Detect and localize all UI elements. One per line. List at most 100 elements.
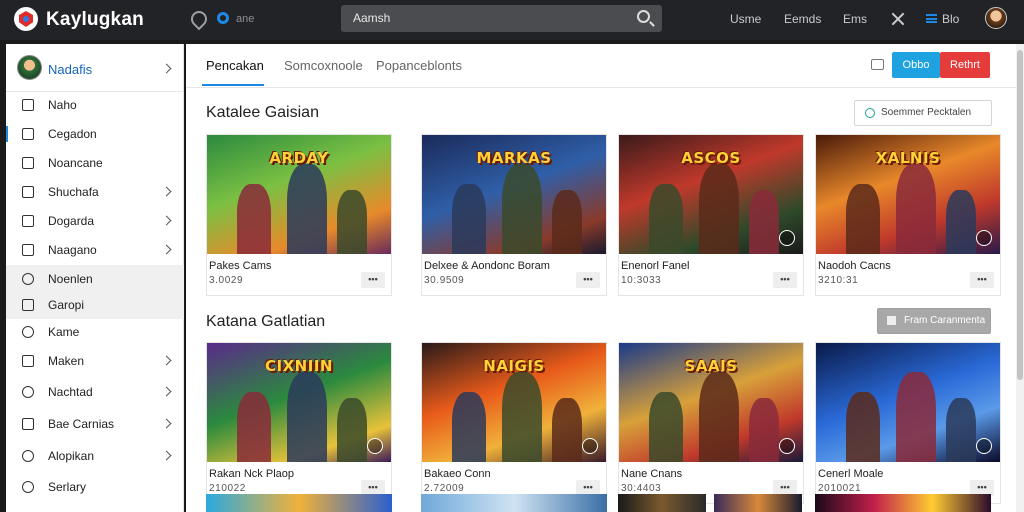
game-thumbnail[interactable]: [206, 494, 392, 512]
sidebar-item-label: Nachtad: [48, 385, 93, 399]
sidebar-item[interactable]: Garopi: [6, 291, 184, 319]
more-options-button[interactable]: •••: [970, 272, 994, 288]
sidebar-item-label: Maken: [48, 354, 85, 368]
game-thumbnail[interactable]: ASCOS: [619, 135, 803, 254]
sidebar-item[interactable]: Naho: [6, 91, 184, 119]
play-icon[interactable]: [779, 438, 795, 454]
primary-button[interactable]: Obbo: [892, 52, 940, 78]
game-thumbnail[interactable]: [816, 343, 1000, 462]
sidebar-item-icon: [22, 386, 34, 398]
game-thumbnail[interactable]: [815, 494, 991, 512]
sidebar-item-icon: [22, 128, 34, 140]
game-card[interactable]: XALNIS Naodoh Cacns 3210:31 •••: [815, 134, 1001, 296]
chevron-right-icon: [161, 63, 172, 74]
play-icon[interactable]: [367, 438, 383, 454]
more-options-button[interactable]: •••: [773, 272, 797, 288]
sidebar-item-icon: [22, 244, 34, 256]
game-thumbnail[interactable]: [714, 494, 802, 512]
close-icon[interactable]: [890, 11, 906, 27]
active-indicator: [6, 126, 8, 142]
search-icon[interactable]: [637, 10, 650, 23]
sidebar-item[interactable]: Serlary: [6, 473, 184, 501]
game-name[interactable]: Pakes Cams: [209, 260, 271, 272]
tab-2[interactable]: Somcoxnoole: [284, 58, 363, 73]
game-name[interactable]: Bakaeo Conn: [424, 468, 491, 480]
sidebar: Nadafis Naho Cegadon Noancane Shuchafa Dogar…: [6, 44, 184, 512]
character-illustration: [502, 164, 542, 254]
more-options-button[interactable]: •••: [576, 272, 600, 288]
location-icon[interactable]: [187, 7, 211, 31]
game-card[interactable]: SAAIS Nane Cnans 30:4403 •••: [618, 342, 804, 504]
game-card[interactable]: Cenerl Moale 2010021 •••: [815, 342, 1001, 504]
status-dot-icon[interactable]: [217, 12, 229, 24]
nav-link-1[interactable]: Usme: [730, 12, 761, 26]
play-icon[interactable]: [976, 230, 992, 246]
sidebar-item[interactable]: Alopikan: [6, 442, 184, 470]
game-thumbnail[interactable]: NAIGIS: [422, 343, 606, 462]
game-card[interactable]: MARKAS Delxee & Aondonc Boram 30.9509 •••: [421, 134, 607, 296]
app-logo-icon[interactable]: [14, 7, 38, 31]
play-icon[interactable]: [976, 438, 992, 454]
game-thumbnail[interactable]: CIXNIIN: [207, 343, 391, 462]
game-thumbnail[interactable]: [421, 494, 607, 512]
sidebar-item-icon: [22, 326, 34, 338]
chevron-right-icon: [161, 418, 172, 429]
section-title-2: Katana Gatlatian: [206, 313, 326, 330]
game-thumbnail[interactable]: [618, 494, 706, 512]
game-name[interactable]: Enenorl Fanel: [621, 260, 690, 272]
game-name[interactable]: Delxee & Aondonc Boram: [424, 260, 550, 272]
sidebar-item[interactable]: Maken: [6, 347, 184, 375]
danger-button[interactable]: Rethrt: [940, 52, 990, 78]
sidebar-item[interactable]: Dogarda: [6, 207, 184, 235]
character-illustration: [287, 164, 327, 254]
game-card[interactable]: NAIGIS Bakaeo Conn 2.72009 •••: [421, 342, 607, 504]
sidebar-item-label: Kame: [48, 325, 80, 339]
game-thumbnail[interactable]: XALNIS: [816, 135, 1000, 254]
menu-icon[interactable]: [926, 14, 937, 23]
character-illustration: [287, 372, 327, 462]
game-meta: 3.0029: [209, 275, 244, 286]
sidebar-item[interactable]: Nachtad: [6, 378, 184, 406]
character-illustration: [502, 372, 542, 462]
section-1-action-button[interactable]: Soemmer Pecktalen: [854, 100, 992, 126]
folder-icon[interactable]: [871, 59, 884, 70]
character-illustration: [337, 398, 367, 462]
sidebar-item[interactable]: Naagano: [6, 236, 184, 264]
game-thumbnail[interactable]: SAAIS: [619, 343, 803, 462]
game-thumbnail[interactable]: ARDAY: [207, 135, 391, 254]
game-thumbnail[interactable]: MARKAS: [422, 135, 606, 254]
sidebar-item[interactable]: Noancane: [6, 149, 184, 177]
section-2-action-button[interactable]: Fram Caranmenta: [877, 308, 991, 334]
game-card[interactable]: ARDAY Pakes Cams 3.0029 •••: [206, 134, 392, 296]
game-card[interactable]: CIXNIIN Rakan Nck Plaop 210022 •••: [206, 342, 392, 504]
sidebar-item[interactable]: Kame: [6, 318, 184, 346]
user-avatar[interactable]: [985, 7, 1007, 29]
scrollbar-thumb[interactable]: [1017, 50, 1023, 380]
sidebar-profile[interactable]: Nadafis: [6, 44, 184, 92]
scrollbar[interactable]: [1016, 44, 1024, 512]
tab-1[interactable]: Pencakan: [206, 58, 264, 73]
game-card[interactable]: ASCOS Enenorl Fanel 10:3033 •••: [618, 134, 804, 296]
sidebar-item[interactable]: Shuchafa: [6, 178, 184, 206]
tab-3[interactable]: Popanceblonts: [376, 58, 462, 73]
play-icon[interactable]: [582, 438, 598, 454]
menu-label[interactable]: Blo: [942, 12, 959, 26]
sidebar-item[interactable]: Noenlen: [6, 265, 184, 293]
game-name[interactable]: Naodoh Cacns: [818, 260, 891, 272]
game-name[interactable]: Cenerl Moale: [818, 468, 883, 480]
play-icon[interactable]: [779, 230, 795, 246]
sidebar-item-label: Alopikan: [48, 449, 95, 463]
nav-link-3[interactable]: Ems: [843, 12, 867, 26]
search-input[interactable]: Aamsh: [341, 5, 662, 32]
more-options-button[interactable]: •••: [361, 272, 385, 288]
sidebar-item-icon: [22, 186, 34, 198]
sidebar-item[interactable]: Bae Carnias: [6, 410, 184, 438]
sidebar-item[interactable]: Cegadon: [6, 120, 184, 148]
sidebar-item-label: Naagano: [48, 243, 97, 257]
nav-link-2[interactable]: Eemds: [784, 12, 821, 26]
sidebar-item-label: Bae Carnias: [48, 417, 115, 431]
game-name[interactable]: Rakan Nck Plaop: [209, 468, 294, 480]
game-meta: 30:4403: [621, 483, 662, 494]
game-meta: 210022: [209, 483, 246, 494]
game-name[interactable]: Nane Cnans: [621, 468, 682, 480]
